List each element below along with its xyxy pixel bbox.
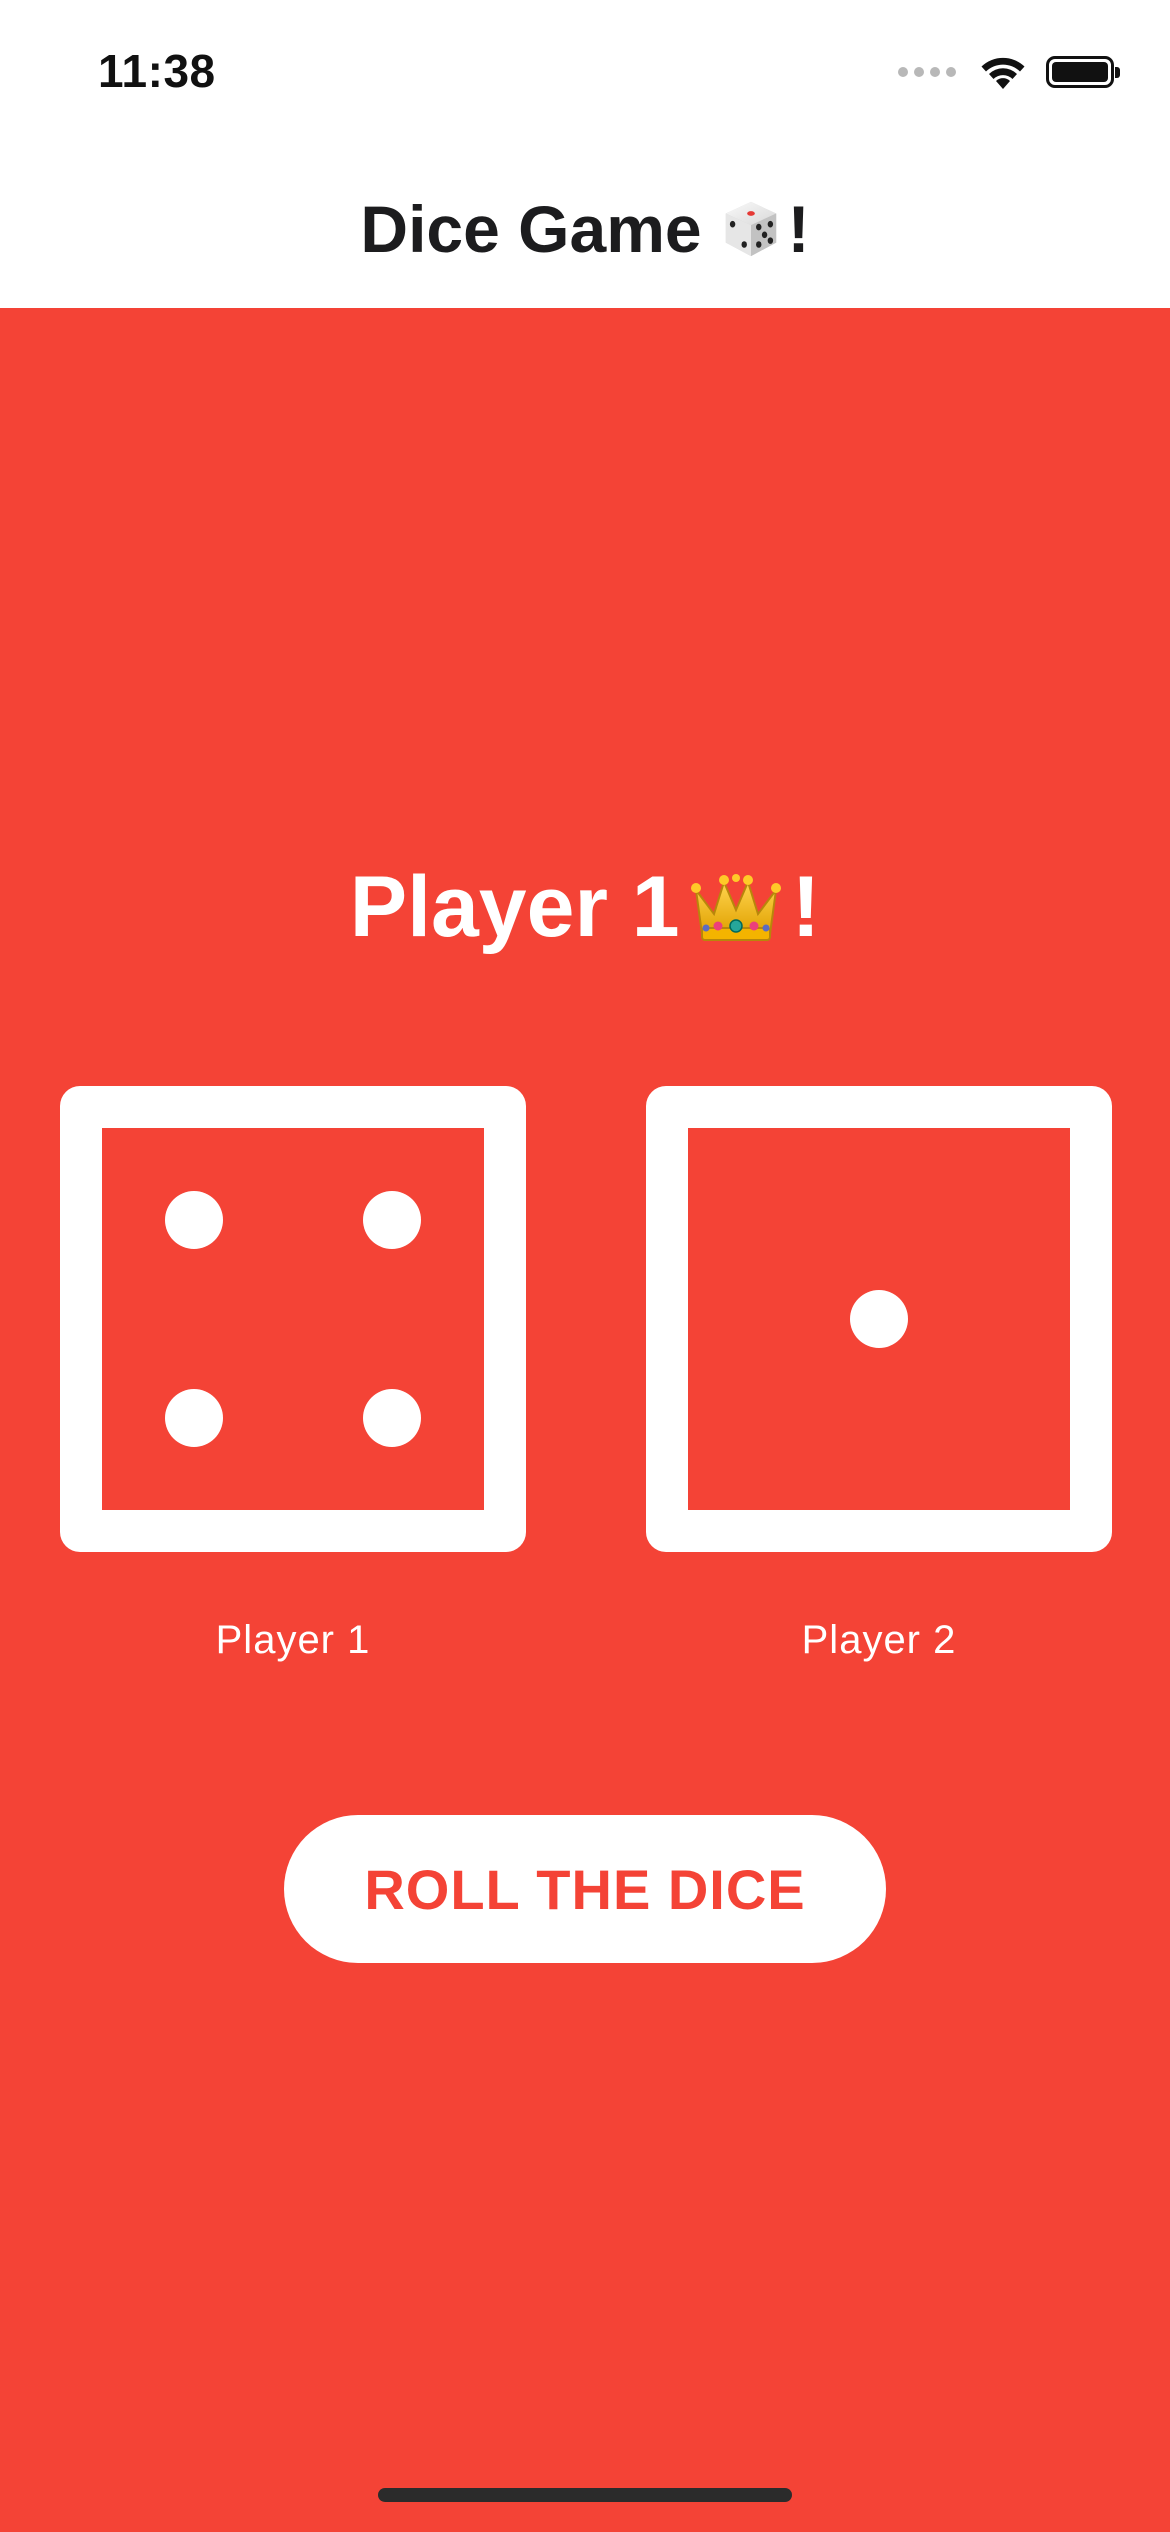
wifi-icon	[981, 57, 1025, 89]
status-bar: 11:38	[0, 0, 1170, 150]
page-title: Dice Game !	[360, 191, 809, 267]
home-indicator[interactable]	[378, 2488, 792, 2502]
roll-dice-button[interactable]: ROLL THE DICE	[284, 1815, 886, 1963]
battery-icon	[1046, 56, 1120, 88]
status-time: 11:38	[98, 45, 216, 97]
player-1-label: Player 1	[215, 1618, 371, 1662]
die-pip	[165, 1389, 223, 1447]
die-pip	[363, 1389, 421, 1447]
status-icons	[898, 52, 1120, 92]
cellular-signal-icon	[898, 67, 956, 77]
app-header: Dice Game !	[0, 150, 1170, 308]
winner-suffix: !	[791, 859, 821, 955]
player-2-label: Player 2	[801, 1618, 957, 1662]
die-pip	[165, 1191, 223, 1249]
crown-icon	[690, 873, 781, 941]
page-title-suffix: !	[787, 192, 810, 266]
die-player-1	[60, 1086, 526, 1552]
winner-text: Player 1 !	[0, 858, 1170, 957]
game-area: Player 1 ! Player 1 Player 2 ROLL THE DI…	[0, 308, 1170, 2532]
game-die-icon	[725, 201, 776, 257]
page-title-text: Dice Game	[360, 192, 702, 266]
die-player-2	[646, 1086, 1112, 1552]
winner-label: Player 1	[349, 859, 680, 955]
die-pip	[850, 1290, 908, 1348]
die-pip	[363, 1191, 421, 1249]
